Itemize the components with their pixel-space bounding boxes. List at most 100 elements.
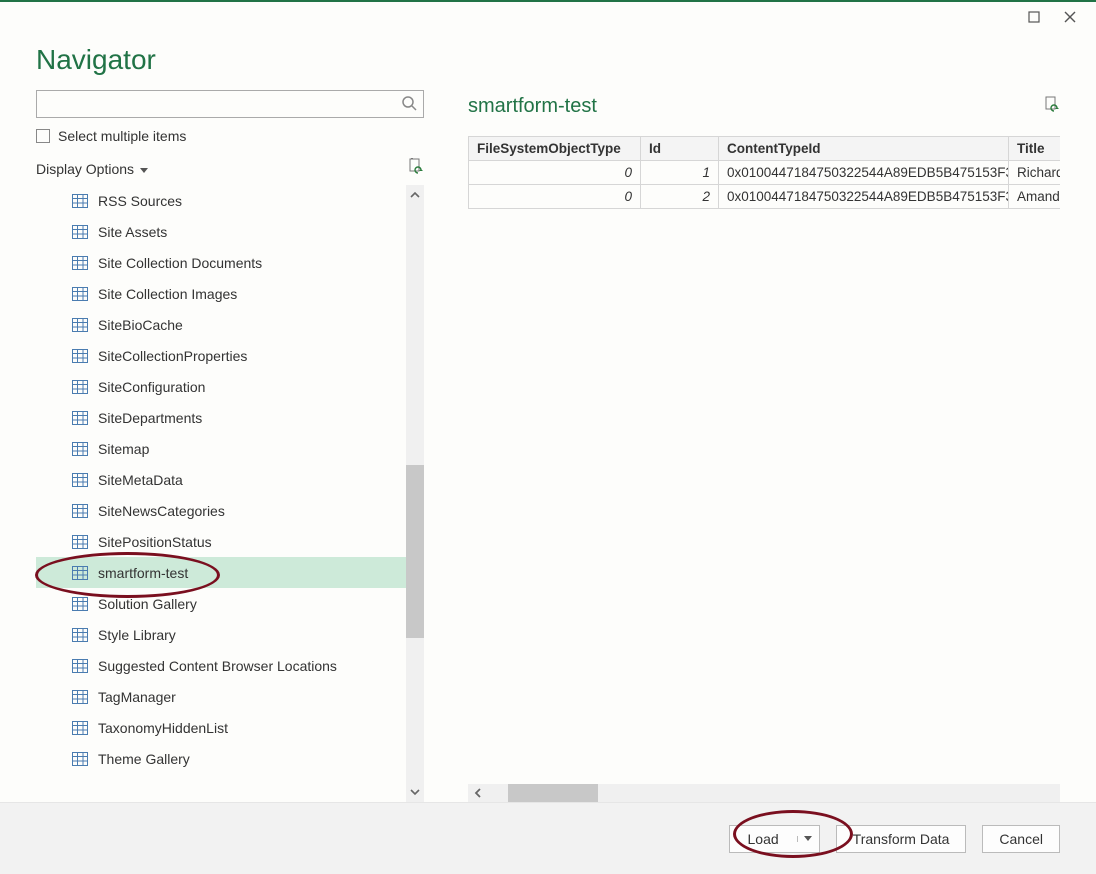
tree-item[interactable]: Site Collection Images xyxy=(36,278,406,309)
refresh-icon[interactable] xyxy=(408,158,424,179)
cell: 0x010044718475032254​4A89EDB5B475153F3 xyxy=(719,161,1009,185)
select-multiple-label: Select multiple items xyxy=(58,128,186,144)
table-icon xyxy=(72,194,88,208)
tree-item[interactable]: TaxonomyHiddenList xyxy=(36,712,406,743)
tree-item[interactable]: Site Assets xyxy=(36,216,406,247)
table-icon xyxy=(72,659,88,673)
table-icon xyxy=(72,504,88,518)
tree-item[interactable]: SiteNewsCategories xyxy=(36,495,406,526)
horizontal-scrollbar[interactable] xyxy=(468,784,1060,802)
page-title: Navigator xyxy=(36,44,1060,76)
table-icon xyxy=(72,628,88,642)
tree-item[interactable]: SiteCollectionProperties xyxy=(36,340,406,371)
cancel-label: Cancel xyxy=(999,831,1043,847)
tree-item-label: SiteBioCache xyxy=(98,317,183,333)
tree-item[interactable]: Theme Gallery xyxy=(36,743,406,774)
tree-item[interactable]: smartform-test xyxy=(36,557,406,588)
col-header[interactable]: FileSystemObjectType xyxy=(469,137,641,161)
load-button[interactable]: Load xyxy=(729,825,820,853)
table-icon xyxy=(72,380,88,394)
table-icon xyxy=(72,690,88,704)
tree-item[interactable]: TagManager xyxy=(36,681,406,712)
select-multiple-row[interactable]: Select multiple items xyxy=(36,128,424,144)
table-icon xyxy=(72,566,88,580)
scroll-up-icon[interactable] xyxy=(406,185,424,205)
table-row[interactable]: 020x010044718475032254​4A89EDB5B475153F3… xyxy=(469,185,1061,209)
tree: RSS Sources Site Assets Site Collection Do… xyxy=(36,185,406,802)
transform-data-button[interactable]: Transform Data xyxy=(836,825,967,853)
scroll-left-icon[interactable] xyxy=(468,783,488,802)
select-multiple-checkbox[interactable] xyxy=(36,129,50,143)
close-button[interactable] xyxy=(1052,3,1088,31)
tree-item-label: smartform-test xyxy=(98,565,188,581)
tree-item[interactable]: Sitemap xyxy=(36,433,406,464)
cell: Richard xyxy=(1009,161,1061,185)
tree-item-label: Suggested Content Browser Locations xyxy=(98,658,337,674)
cancel-button[interactable]: Cancel xyxy=(982,825,1060,853)
table-icon xyxy=(72,752,88,766)
vertical-scrollbar[interactable] xyxy=(406,185,424,802)
tree-item-label: Site Assets xyxy=(98,224,167,240)
cell: 1 xyxy=(641,161,719,185)
tree-item-label: Site Collection Documents xyxy=(98,255,262,271)
table-icon xyxy=(72,225,88,239)
col-header[interactable]: ContentTypeId xyxy=(719,137,1009,161)
maximize-button[interactable] xyxy=(1016,3,1052,31)
cell: 2 xyxy=(641,185,719,209)
scroll-thumb[interactable] xyxy=(406,465,424,638)
display-options-dropdown[interactable]: Display Options xyxy=(36,161,148,177)
table-icon xyxy=(72,535,88,549)
tree-item[interactable]: Suggested Content Browser Locations xyxy=(36,650,406,681)
table-icon xyxy=(72,442,88,456)
preview-title: smartform-test xyxy=(468,95,597,118)
table-header-row: FileSystemObjectType Id ContentTypeId Ti… xyxy=(469,137,1061,161)
table-row[interactable]: 010x010044718475032254​4A89EDB5B475153F3… xyxy=(469,161,1061,185)
tree-item-label: TagManager xyxy=(98,689,176,705)
tree-item-label: SiteCollectionProperties xyxy=(98,348,247,364)
col-header[interactable]: Id xyxy=(641,137,719,161)
scroll-thumb[interactable] xyxy=(508,784,598,802)
tree-item-label: Sitemap xyxy=(98,441,149,457)
table-icon xyxy=(72,287,88,301)
tree-item[interactable]: SiteConfiguration xyxy=(36,371,406,402)
navigator-left-pane: Select multiple items Display Options xyxy=(36,84,424,802)
tree-item-label: SiteNewsCategories xyxy=(98,503,225,519)
preview-table: FileSystemObjectType Id ContentTypeId Ti… xyxy=(468,136,1060,209)
tree-item[interactable]: RSS Sources xyxy=(36,185,406,216)
header: Navigator xyxy=(0,32,1096,84)
refresh-preview-icon[interactable] xyxy=(1044,96,1060,117)
tree-item-label: SiteDepartments xyxy=(98,410,202,426)
tree-item[interactable]: SiteMetaData xyxy=(36,464,406,495)
footer: Load Transform Data Cancel xyxy=(0,802,1096,874)
tree-item[interactable]: Solution Gallery xyxy=(36,588,406,619)
search-icon xyxy=(401,95,417,114)
table-icon xyxy=(72,597,88,611)
tree-item-label: SiteConfiguration xyxy=(98,379,205,395)
tree-item-label: Style Library xyxy=(98,627,176,643)
tree-item[interactable]: Site Collection Documents xyxy=(36,247,406,278)
transform-label: Transform Data xyxy=(853,831,950,847)
search-input[interactable] xyxy=(45,95,401,113)
table-icon xyxy=(72,256,88,270)
table-icon xyxy=(72,318,88,332)
cell: Amanda xyxy=(1009,185,1061,209)
chevron-down-icon xyxy=(140,161,148,177)
preview-pane: smartform-test FileSystemObjectType xyxy=(424,84,1060,802)
table-icon xyxy=(72,349,88,363)
tree-item-label: SitePositionStatus xyxy=(98,534,212,550)
tree-item[interactable]: SiteDepartments xyxy=(36,402,406,433)
tree-item[interactable]: SitePositionStatus xyxy=(36,526,406,557)
load-dropdown[interactable] xyxy=(797,836,819,842)
tree-item-label: Solution Gallery xyxy=(98,596,197,612)
cell: 0x010044718475032254​4A89EDB5B475153F3 xyxy=(719,185,1009,209)
tree-item[interactable]: Style Library xyxy=(36,619,406,650)
tree-item-label: RSS Sources xyxy=(98,193,182,209)
tree-item[interactable]: SiteBioCache xyxy=(36,309,406,340)
table-icon xyxy=(72,721,88,735)
tree-item-label: SiteMetaData xyxy=(98,472,183,488)
cell: 0 xyxy=(469,185,641,209)
col-header[interactable]: Title xyxy=(1009,137,1061,161)
scroll-down-icon[interactable] xyxy=(406,782,424,802)
table-icon xyxy=(72,411,88,425)
search-box[interactable] xyxy=(36,90,424,118)
